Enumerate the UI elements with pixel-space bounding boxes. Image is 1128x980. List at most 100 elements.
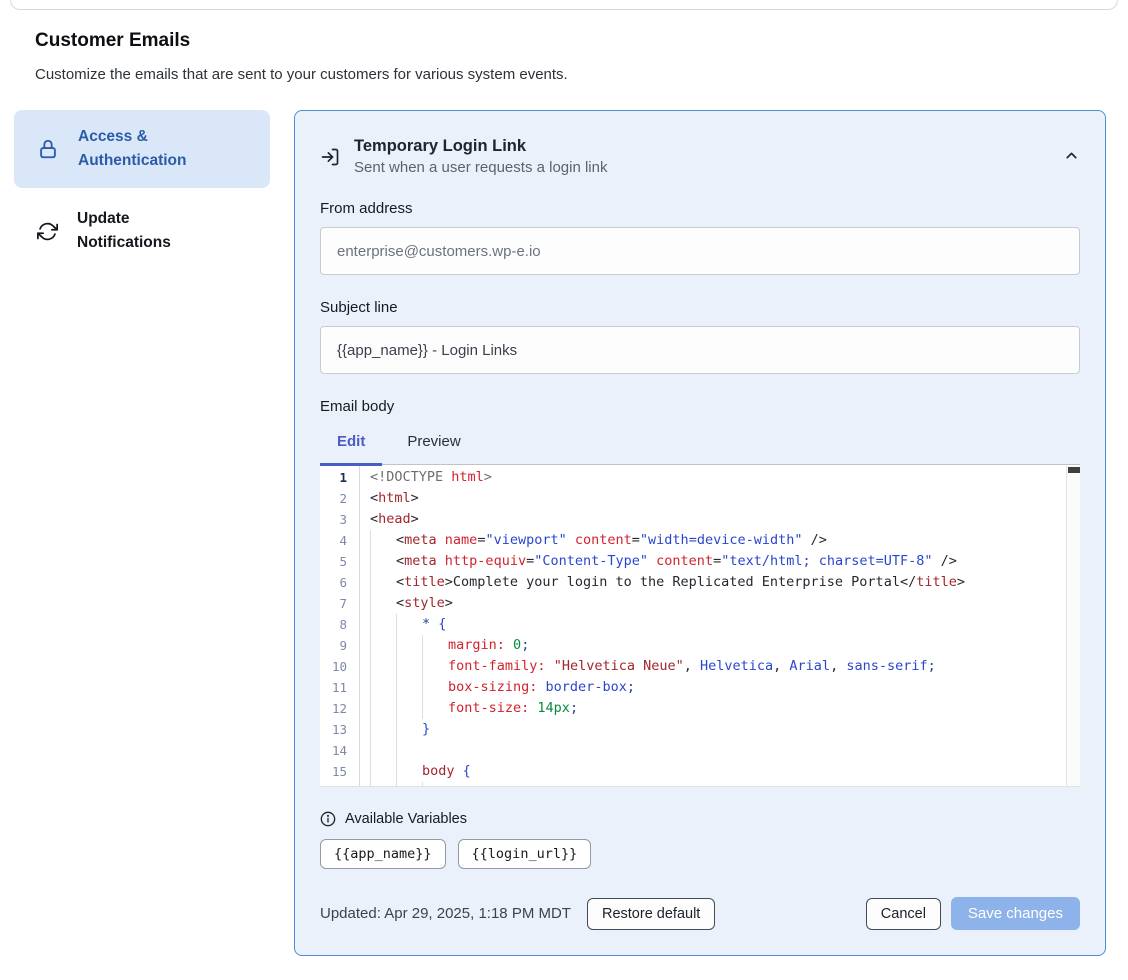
variable-chip[interactable]: {{login_url}} bbox=[458, 839, 592, 869]
code-line[interactable]: <meta http-equiv="Content-Type" content=… bbox=[370, 551, 1062, 572]
code-line[interactable]: body { bbox=[370, 761, 1062, 782]
indent-guide bbox=[370, 572, 396, 593]
info-icon bbox=[320, 811, 336, 827]
indent-guide bbox=[422, 782, 448, 786]
line-number: 9 bbox=[320, 635, 359, 656]
sidebar-item-update-notifications[interactable]: Update Notifications bbox=[14, 206, 270, 256]
editor-scrollbar-thumb[interactable] bbox=[1068, 467, 1080, 473]
indent-guide bbox=[396, 698, 422, 719]
code-lines[interactable]: <!DOCTYPE html><html><head><meta name="v… bbox=[360, 465, 1080, 786]
code-token: "viewport" bbox=[485, 532, 566, 548]
available-variables-row: Available Variables bbox=[320, 811, 1080, 827]
code-token: http-equiv bbox=[445, 553, 526, 569]
code-line[interactable]: background-color: #f6f6f6; bbox=[370, 782, 1062, 786]
code-line[interactable]: <meta name="viewport" content="width=dev… bbox=[370, 530, 1062, 551]
code-token: < bbox=[370, 511, 378, 527]
updated-timestamp: Updated: Apr 29, 2025, 1:18 PM MDT bbox=[320, 905, 571, 922]
code-line[interactable]: <html> bbox=[370, 488, 1062, 509]
code-token: background-color: bbox=[448, 784, 586, 786]
code-token: box-sizing: bbox=[448, 679, 537, 695]
refresh-icon bbox=[37, 221, 58, 242]
line-number: 6 bbox=[320, 572, 359, 593]
code-line[interactable]: font-size: 14px; bbox=[370, 698, 1062, 719]
code-token: margin: bbox=[448, 637, 505, 653]
code-line[interactable]: margin: 0; bbox=[370, 635, 1062, 656]
indent-guide bbox=[370, 614, 396, 635]
sidebar-item-label: Access & Authentication bbox=[78, 125, 228, 173]
code-token: 14px bbox=[537, 700, 570, 716]
indent-guide bbox=[422, 656, 448, 677]
code-token: border-box bbox=[546, 679, 627, 695]
editor-scrollbar[interactable] bbox=[1066, 466, 1080, 786]
code-token: < bbox=[396, 574, 404, 590]
code-token: { bbox=[438, 616, 446, 632]
code-line[interactable]: * { bbox=[370, 614, 1062, 635]
code-token: name bbox=[445, 532, 478, 548]
email-types-sidebar: Access & Authentication Update Notificat… bbox=[14, 110, 270, 256]
indent-guide bbox=[396, 740, 422, 761]
line-number: 1 bbox=[320, 467, 359, 488]
code-line[interactable]: <style> bbox=[370, 593, 1062, 614]
code-token: "Content-Type" bbox=[534, 553, 648, 569]
line-numbers: 12345678910111213141516 bbox=[320, 465, 360, 786]
code-token: meta bbox=[404, 532, 437, 548]
code-token: </ bbox=[900, 574, 916, 590]
code-token: , bbox=[773, 658, 789, 674]
restore-default-button[interactable]: Restore default bbox=[587, 898, 715, 930]
code-token: content bbox=[575, 532, 632, 548]
code-token: = bbox=[526, 553, 534, 569]
code-token: html bbox=[378, 490, 411, 506]
line-number: 3 bbox=[320, 509, 359, 530]
code-token: , bbox=[830, 658, 846, 674]
code-token: > bbox=[957, 574, 965, 590]
code-line[interactable]: } bbox=[370, 719, 1062, 740]
code-editor[interactable]: 12345678910111213141516 <!DOCTYPE html><… bbox=[320, 464, 1080, 787]
code-token: > bbox=[445, 574, 453, 590]
indent-guide bbox=[422, 677, 448, 698]
code-token: meta bbox=[404, 553, 437, 569]
indent-guide bbox=[370, 761, 396, 782]
code-token: * bbox=[422, 616, 430, 632]
tab-edit[interactable]: Edit bbox=[320, 421, 382, 464]
line-number: 10 bbox=[320, 656, 359, 677]
code-token: body bbox=[422, 763, 455, 779]
page-title: Customer Emails bbox=[35, 30, 190, 52]
indent-guide bbox=[370, 698, 396, 719]
code-line[interactable] bbox=[370, 740, 1062, 761]
code-token: = bbox=[713, 553, 721, 569]
line-number: 12 bbox=[320, 698, 359, 719]
from-address-input[interactable] bbox=[320, 227, 1080, 275]
indent-guide bbox=[422, 635, 448, 656]
indent-guide bbox=[396, 719, 422, 740]
code-line[interactable]: font-family: "Helvetica Neue", Helvetica… bbox=[370, 656, 1062, 677]
code-line[interactable]: <title>Complete your login to the Replic… bbox=[370, 572, 1062, 593]
code-token: < bbox=[396, 532, 404, 548]
code-token: > bbox=[411, 511, 419, 527]
code-token: > bbox=[445, 595, 453, 611]
code-token: style bbox=[404, 595, 445, 611]
sidebar-item-access-authentication[interactable]: Access & Authentication bbox=[14, 110, 270, 188]
save-changes-button[interactable]: Save changes bbox=[951, 897, 1080, 930]
code-token: = bbox=[632, 532, 640, 548]
code-token bbox=[437, 532, 445, 548]
collapse-panel-button[interactable] bbox=[1063, 147, 1080, 164]
variable-chip[interactable]: {{app_name}} bbox=[320, 839, 446, 869]
tab-preview[interactable]: Preview bbox=[390, 421, 477, 464]
code-token: } bbox=[422, 721, 430, 737]
subject-line-input[interactable] bbox=[320, 326, 1080, 374]
code-line[interactable]: <head> bbox=[370, 509, 1062, 530]
indent-guide bbox=[370, 719, 396, 740]
code-token: > bbox=[411, 490, 419, 506]
line-number: 4 bbox=[320, 530, 359, 551]
panel-title: Temporary Login Link bbox=[354, 137, 607, 156]
cancel-button[interactable]: Cancel bbox=[866, 898, 941, 930]
indent-guide bbox=[370, 677, 396, 698]
code-token bbox=[455, 763, 463, 779]
indent-guide bbox=[422, 698, 448, 719]
code-line[interactable]: <!DOCTYPE html> bbox=[370, 467, 1062, 488]
code-line[interactable]: box-sizing: border-box; bbox=[370, 677, 1062, 698]
indent-guide bbox=[396, 635, 422, 656]
code-token: < bbox=[396, 553, 404, 569]
panel-subtitle: Sent when a user requests a login link bbox=[354, 159, 607, 176]
panel-header: Temporary Login Link Sent when a user re… bbox=[320, 137, 1080, 176]
